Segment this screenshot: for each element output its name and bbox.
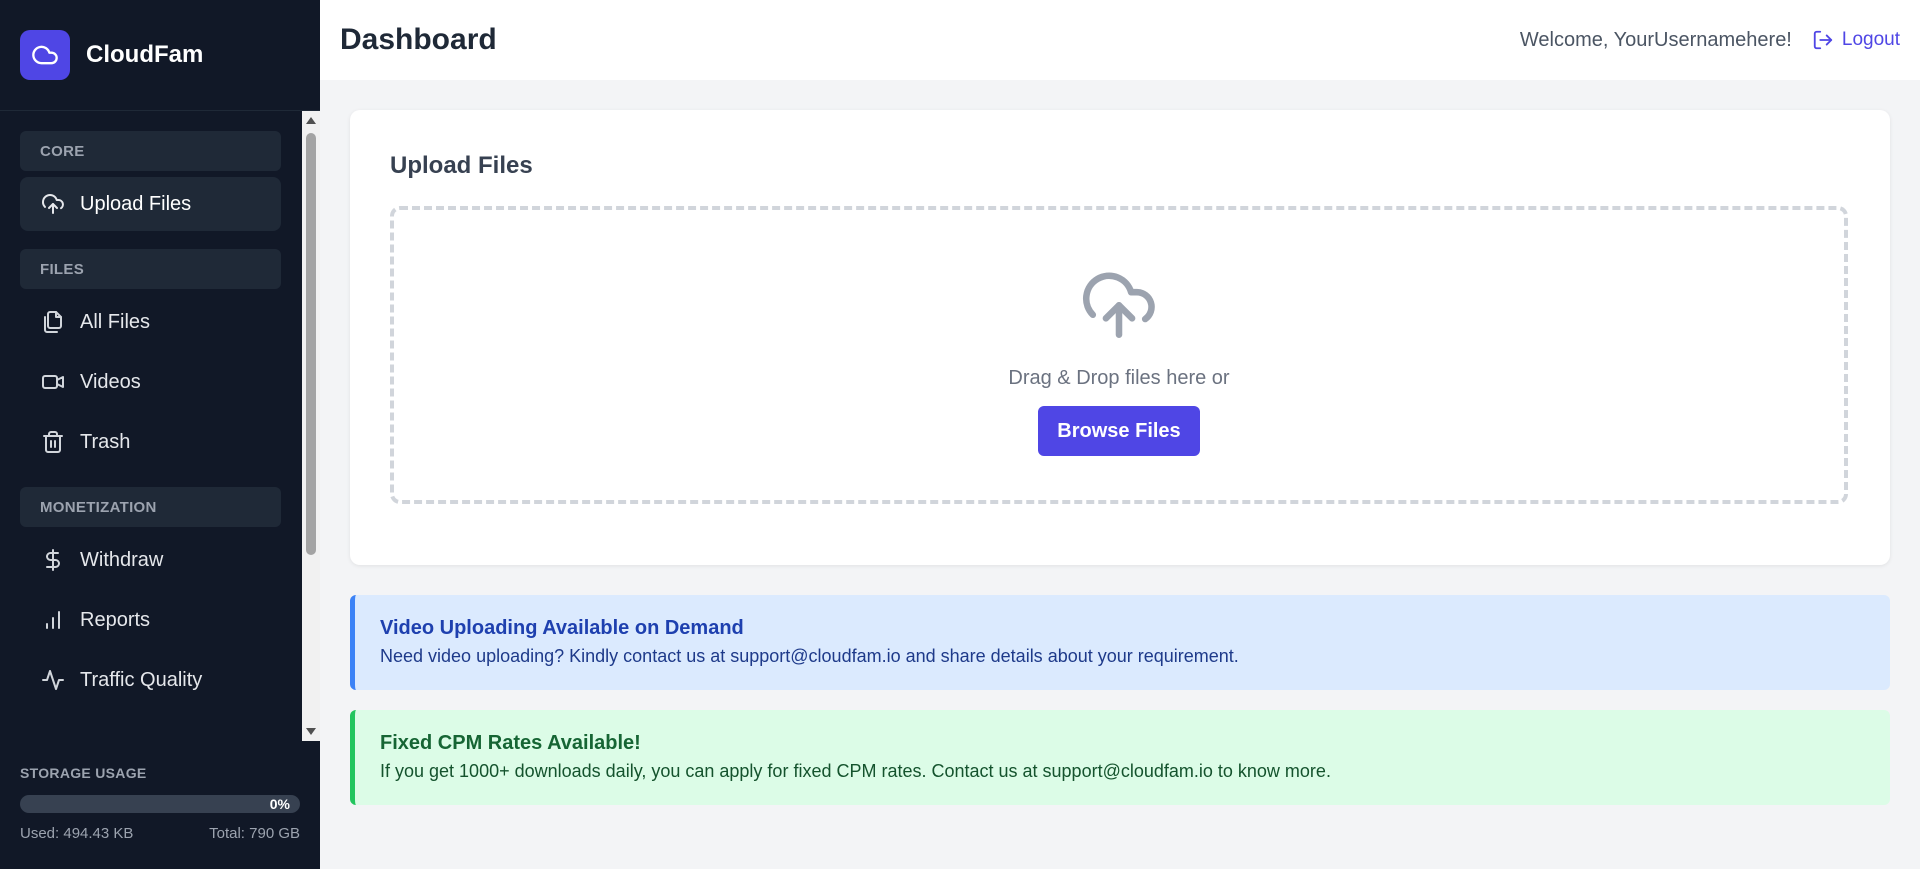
cloud-upload-icon [40,191,66,217]
video-icon [40,369,66,395]
logout-link[interactable]: Logout [1812,29,1900,51]
sidebar-nav: CORE Upload Files FILES All Files Videos [20,131,281,707]
storage-used: Used: 494.43 KB [20,825,134,842]
sidebar-item-videos[interactable]: Videos [20,355,281,409]
sidebar-item-reports[interactable]: Reports [20,593,281,647]
alert-title: Video Uploading Available on Demand [380,617,744,639]
alert-title: Fixed CPM Rates Available! [380,732,641,754]
files-icon [40,309,66,335]
bar-chart-icon [40,607,66,633]
sidebar-item-label: Traffic Quality [80,668,203,691]
page-title: Dashboard [340,23,497,56]
welcome-text: Welcome, YourUsernamehere! [1519,28,1792,51]
sidebar-item-upload-files[interactable]: Upload Files [20,177,281,231]
logout-icon [1812,29,1834,51]
dollar-icon [40,547,66,573]
browse-files-button[interactable]: Browse Files [1038,406,1200,456]
cloud-upload-icon [1079,266,1159,338]
sidebar-item-withdraw[interactable]: Withdraw [20,533,281,587]
sidebar-item-traffic-quality[interactable]: Traffic Quality [20,653,281,707]
sidebar-item-label: Videos [80,370,141,393]
storage-progress-bar: 0% [20,795,300,813]
logout-label: Logout [1841,29,1900,50]
scroll-up-arrow-icon[interactable] [306,117,316,124]
sidebar-item-all-files[interactable]: All Files [20,295,281,349]
sidebar-item-label: Reports [80,608,151,631]
sidebar-item-label: Withdraw [80,548,164,571]
sidebar: CloudFam CORE Upload Files FILES All Fil… [0,0,320,869]
activity-icon [40,667,66,693]
trash-icon [40,429,66,455]
section-monetization: MONETIZATION [20,487,281,527]
scrollbar-thumb[interactable] [306,133,316,555]
sidebar-item-label: Upload Files [80,192,192,215]
cloud-logo-icon [20,30,70,80]
sidebar-scrollbar[interactable] [302,111,320,741]
alert-text: If you get 1000+ downloads daily, you ca… [380,761,1331,781]
sidebar-item-label: Trash [80,430,131,453]
header-user-area: Welcome, YourUsernamehere! Logout [1520,29,1900,52]
brand[interactable]: CloudFam [0,0,320,111]
section-files: FILES [20,249,281,289]
brand-name: CloudFam [86,41,204,68]
sidebar-nav-scroll[interactable]: CORE Upload Files FILES All Files Videos [0,111,320,741]
file-dropzone[interactable]: Drag & Drop files here or Browse Files [390,206,1848,504]
video-upload-alert: Video Uploading Available on Demand Need… [350,595,1890,690]
upload-card: Upload Files Drag & Drop files here or B… [350,110,1890,565]
section-core: CORE [20,131,281,171]
storage-total: Total: 790 GB [209,825,300,842]
storage-percent: 0% [269,796,290,812]
scroll-down-arrow-icon[interactable] [306,728,316,735]
upload-card-title: Upload Files [390,152,533,179]
cpm-rates-alert: Fixed CPM Rates Available! If you get 10… [350,710,1890,805]
sidebar-item-trash[interactable]: Trash [20,415,281,469]
sidebar-item-label: All Files [80,310,151,333]
top-header: Dashboard Welcome, YourUsernamehere! Log… [320,0,1920,80]
storage-details: Used: 494.43 KB Total: 790 GB [20,825,300,842]
alert-text: Need video uploading? Kindly contact us … [380,646,1239,666]
storage-title: STORAGE USAGE [20,765,147,781]
dropzone-text: Drag & Drop files here or [1008,367,1230,389]
storage-usage: STORAGE USAGE 0% Used: 494.43 KB Total: … [20,765,300,842]
